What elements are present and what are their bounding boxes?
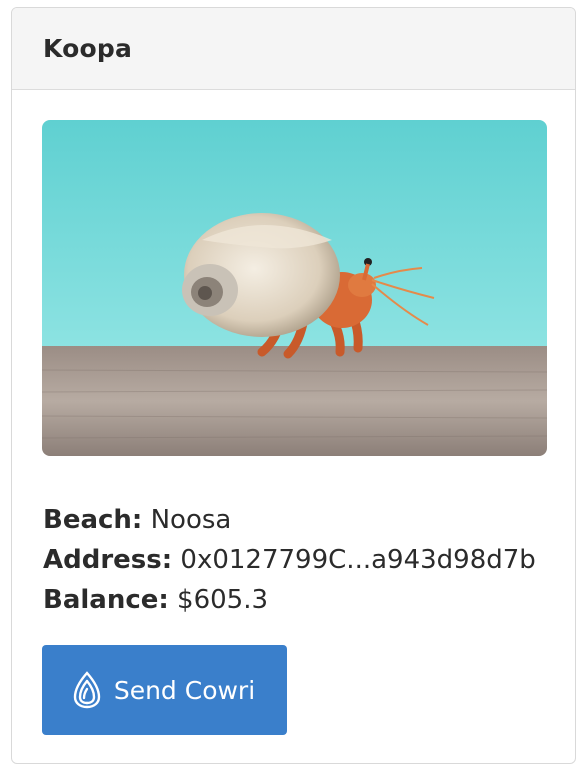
detail-balance: Balance: $605.3 (43, 580, 536, 620)
detail-value: Noosa (150, 505, 232, 535)
detail-address: Address: 0x0127799C...a943d98d7b (43, 540, 536, 580)
crab-details: Beach: Noosa Address: 0x0127799C...a943d… (43, 500, 536, 620)
detail-beach: Beach: Noosa (43, 500, 536, 540)
cowri-shell-icon (70, 670, 104, 710)
crab-photo-svg (42, 120, 547, 456)
send-cowri-button[interactable]: Send Cowri (42, 645, 287, 735)
detail-label: Address: (43, 545, 173, 575)
send-button-label: Send Cowri (113, 675, 256, 705)
crab-photo (42, 120, 547, 456)
detail-label: Balance: (43, 585, 169, 615)
detail-label: Beach: (43, 505, 143, 535)
crab-card: Koopa Beach: Noosa Address: 0x0127799C..… (11, 7, 576, 764)
card-header: Koopa (12, 8, 575, 90)
detail-value: 0x0127799C...a943d98d7b (180, 545, 536, 575)
card-title: Koopa (43, 34, 133, 63)
detail-value: $605.3 (177, 585, 269, 615)
